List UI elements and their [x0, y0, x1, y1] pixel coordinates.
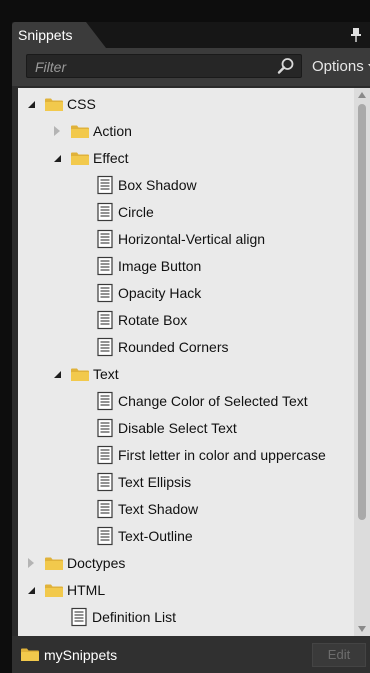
expand-open-icon[interactable]: [26, 99, 36, 109]
snippet-tree: CSS Action Effect Box Shadow Circle Horizonta…: [18, 88, 354, 636]
filter-input[interactable]: [33, 56, 267, 78]
tree-snippet-row[interactable]: First letter in color and uppercase: [96, 444, 326, 466]
scroll-thumb[interactable]: [358, 104, 366, 520]
expand-open-icon[interactable]: [52, 369, 62, 379]
tree-item-label: Image Button: [118, 258, 202, 274]
footer-bar: mySnippets Edit: [12, 636, 370, 673]
tree-item-label: Change Color of Selected Text: [118, 393, 308, 409]
snippet-file-icon: [97, 391, 113, 411]
tree-snippet-row[interactable]: Rounded Corners: [96, 336, 229, 358]
tree-item-label: Text Shadow: [118, 501, 199, 517]
snippet-file-icon: [97, 229, 113, 249]
tree-snippet-row[interactable]: Horizontal-Vertical align: [96, 228, 265, 250]
tab-snippets-label: Snippets: [18, 27, 73, 43]
options-label: Options: [312, 58, 364, 75]
tab-strip: Snippets: [12, 22, 370, 48]
tree-item-label: Rounded Corners: [118, 339, 229, 355]
tree-snippet-row[interactable]: Definition List: [70, 606, 176, 628]
snippet-file-icon: [97, 526, 113, 546]
tree-item-label: Rotate Box: [118, 312, 188, 328]
folder-icon: [45, 584, 63, 597]
tree-item-label: Text: [93, 366, 119, 382]
tree-item-label: Opacity Hack: [118, 285, 202, 301]
edit-button[interactable]: Edit: [312, 643, 366, 667]
tree-scrollbar[interactable]: [354, 88, 370, 636]
tree-snippet-row[interactable]: Change Color of Selected Text: [96, 390, 308, 412]
tree-item-label: Disable Select Text: [118, 420, 237, 436]
snippet-file-icon: [97, 202, 113, 222]
snippet-file-icon: [97, 337, 113, 357]
tree-item-label: Action: [93, 123, 132, 139]
tree-folder-row[interactable]: Doctypes: [26, 552, 125, 574]
snippet-file-icon: [97, 256, 113, 276]
tree-snippet-row[interactable]: Text Shadow: [96, 498, 198, 520]
folder-icon: [71, 125, 89, 138]
tree-item-label: Effect: [93, 150, 129, 166]
edit-label: Edit: [327, 647, 351, 662]
folder-icon: [71, 368, 89, 381]
tree-folder-row[interactable]: Effect: [52, 147, 129, 169]
snippet-file-icon: [97, 283, 113, 303]
expand-closed-icon[interactable]: [52, 126, 62, 136]
current-library-label[interactable]: mySnippets: [44, 646, 117, 664]
pin-icon[interactable]: [350, 27, 362, 43]
tree-snippet-row[interactable]: Rotate Box: [96, 309, 187, 331]
scroll-up-icon[interactable]: [358, 92, 366, 98]
snippets-panel: Snippets Options CSS Action Effect Box Shad…: [12, 22, 370, 673]
tree-snippet-row[interactable]: Text Ellipsis: [96, 471, 191, 493]
tree-folder-row[interactable]: Text: [52, 363, 119, 385]
expand-open-icon[interactable]: [52, 153, 62, 163]
snippet-file-icon: [97, 175, 113, 195]
tab-edge: [86, 22, 106, 48]
folder-icon: [45, 98, 63, 111]
tree-item-label: Text-Outline: [118, 528, 193, 544]
tab-snippets[interactable]: Snippets: [12, 22, 86, 48]
expand-closed-icon[interactable]: [26, 558, 36, 568]
tree-snippet-row[interactable]: Opacity Hack: [96, 282, 201, 304]
options-button[interactable]: Options: [312, 57, 370, 77]
tree-snippet-row[interactable]: Disable Select Text: [96, 417, 237, 439]
tree-folder-row[interactable]: CSS: [26, 93, 96, 115]
tree-item-label: Box Shadow: [118, 177, 197, 193]
tree-folder-row[interactable]: HTML: [26, 579, 105, 601]
expand-open-icon[interactable]: [26, 585, 36, 595]
tree-item-label: Horizontal-Vertical align: [118, 231, 266, 247]
tree-item-label: Definition List: [92, 609, 177, 625]
snippet-file-icon: [97, 445, 113, 465]
snippet-file-icon: [97, 499, 113, 519]
tree-snippet-row[interactable]: Text-Outline: [96, 525, 193, 547]
tree-item-label: Circle: [118, 204, 154, 220]
folder-icon: [71, 152, 89, 165]
tree-snippet-row[interactable]: Image Button: [96, 255, 201, 277]
tree-snippet-row[interactable]: Box Shadow: [96, 174, 197, 196]
search-icon[interactable]: [277, 57, 295, 75]
snippet-file-icon: [97, 418, 113, 438]
tree-item-label: HTML: [67, 582, 106, 598]
filter-box: [26, 54, 302, 78]
tree-item-label: First letter in color and uppercase: [118, 447, 326, 463]
snippet-file-icon: [97, 310, 113, 330]
tree-item-label: Doctypes: [67, 555, 126, 571]
folder-icon: [21, 648, 39, 661]
tree-item-label: CSS: [67, 96, 96, 112]
folder-icon: [45, 557, 63, 570]
snippet-file-icon: [97, 472, 113, 492]
tree-folder-row[interactable]: Action: [52, 120, 132, 142]
toolbar: Options: [12, 48, 370, 86]
scroll-down-icon[interactable]: [358, 626, 366, 632]
tree-item-label: Text Ellipsis: [118, 474, 192, 490]
tree-snippet-row[interactable]: Circle: [96, 201, 154, 223]
snippet-file-icon: [71, 607, 87, 627]
